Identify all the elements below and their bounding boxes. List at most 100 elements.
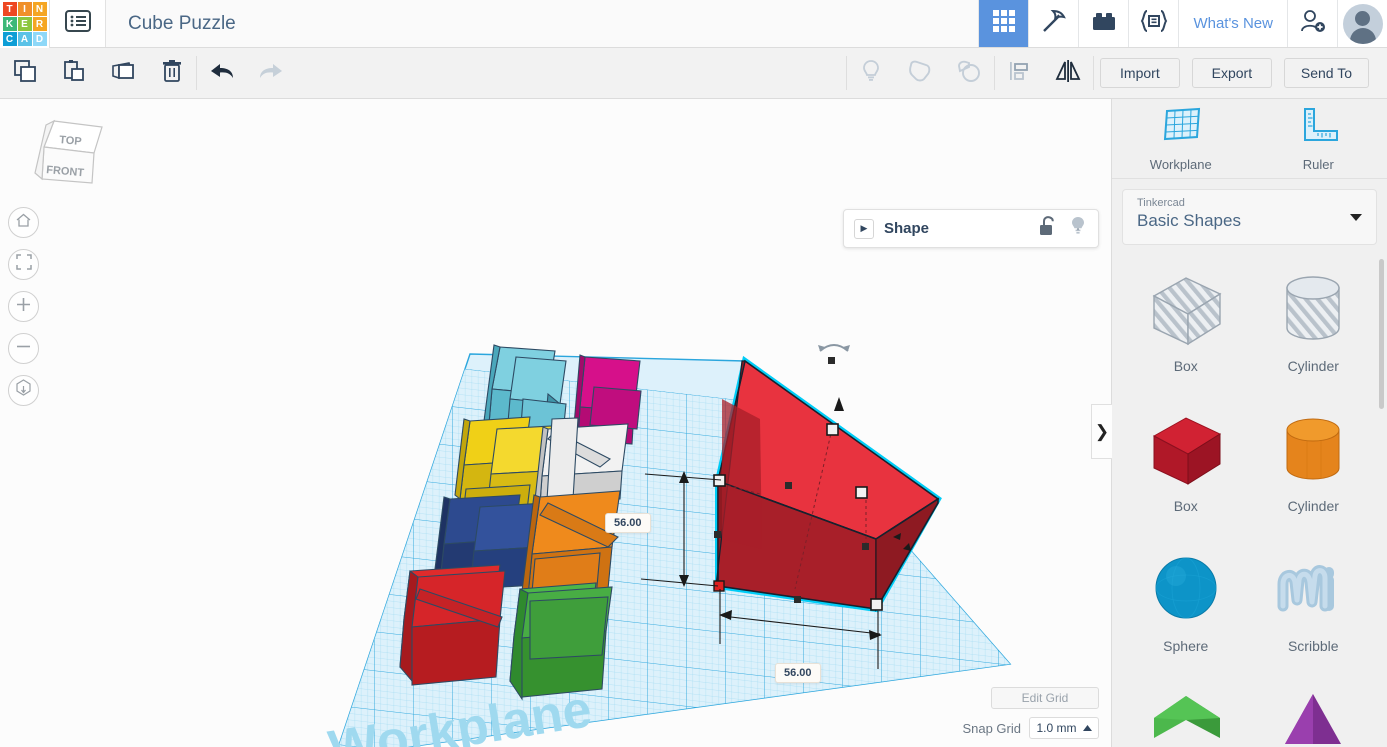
unlocked-padlock-icon[interactable] [1038,215,1058,242]
paste-button[interactable] [49,48,98,98]
workplane-grid: Workplane [325,353,1012,747]
align-icon [1006,58,1032,89]
shape-inspector-panel: ▶ Shape [843,209,1099,248]
chevron-down-icon [1350,214,1362,221]
send-to-button[interactable]: Send To [1283,58,1369,88]
fit-frame-icon [15,254,32,275]
project-menu-button[interactable] [50,0,106,47]
logo-letter: K [2,17,17,31]
shape-label: Cylinder [1287,358,1339,374]
pickaxe-minecraft-icon-button[interactable] [1028,0,1079,47]
lightbulb-icon[interactable] [1068,215,1088,242]
home-icon [15,212,32,234]
logo-letter: T [2,2,17,16]
copy-icon [12,58,38,89]
light-hide-button [847,48,896,98]
edge-handle-right [862,543,869,550]
ruler-tool[interactable]: Ruler [1250,99,1387,178]
panel-collapse-button[interactable]: ❯ [1091,404,1112,459]
logo-letter: E [17,17,32,31]
mirror-button[interactable] [1044,48,1093,98]
copy-button[interactable] [0,48,49,98]
shape-cylinder-solid[interactable]: Cylinder [1250,402,1378,542]
redo-button [246,48,295,98]
codeblocks-icon-button[interactable] [1128,0,1179,47]
ruler-icon [1295,105,1341,152]
tinkercad-logo[interactable]: T I N K E R C A D [0,0,50,48]
ruler-tool-label: Ruler [1302,157,1334,172]
grid-3d-icon-button[interactable] [978,0,1029,47]
shape-library-select[interactable]: Tinkercad Basic Shapes [1122,189,1377,245]
shape-label: Scribble [1287,638,1339,654]
workplane-tool[interactable]: Workplane [1112,99,1250,178]
shape-panel-expand-button[interactable]: ▶ [854,218,874,239]
align-tools [995,48,1093,98]
view-cube[interactable]: TOP FRONT [22,113,112,203]
plus-icon [15,296,32,318]
document-title[interactable]: Cube Puzzle [106,0,978,47]
align-button[interactable] [995,48,1044,98]
add-person-icon [1299,8,1327,39]
account-menu-button[interactable] [1337,0,1387,47]
lightbulb-icon [858,58,884,89]
zoom-in-button[interactable] [8,291,39,322]
paste-icon [61,58,87,89]
minus-icon [15,338,32,360]
shape-box-hole[interactable]: Box [1122,262,1250,402]
shape-label: Box [1173,358,1198,374]
edit-toolbar: Import Export Send To [0,48,1387,99]
edge-handle-top [785,482,792,489]
invite-people-button[interactable] [1287,0,1337,47]
duplicate-icon [110,58,136,89]
view-cube-top-label: TOP [59,134,82,148]
dimension-label-depth[interactable]: 56.00 [775,663,821,683]
piece-green [509,582,613,701]
whats-new-link[interactable]: What's New [1178,0,1287,47]
3d-canvas[interactable]: Workplane 56.00 56.00 TOP FRONT ▶ Shape … [0,99,1111,747]
workplane-grid-icon [1157,105,1205,152]
shape-roof[interactable] [1122,682,1250,747]
lego-brick-icon-button[interactable] [1078,0,1129,47]
redo-arrow-icon [256,58,286,89]
height-handle-cone [834,397,844,411]
shape-sphere[interactable]: Sphere [1122,542,1250,682]
shape-label: Box [1173,498,1198,514]
shape-box-solid[interactable]: Box [1122,402,1250,542]
export-button[interactable]: Export [1191,58,1272,88]
tinkercad-app: T I N K E R C A D Cube Puzzle What's New… [0,0,1387,747]
delete-button[interactable] [147,48,196,98]
scene-svg: Workplane [325,344,1012,747]
snap-grid-value: 1.0 mm [1036,721,1077,735]
shape-cylinder-hole[interactable]: Cylinder [1250,262,1378,402]
rotate-handle [818,344,850,352]
top-bar: T I N K E R C A D Cube Puzzle What's New [0,0,1387,48]
shape-cone[interactable] [1250,682,1378,747]
logo-letter: R [32,17,47,31]
perspective-toggle-button[interactable] [8,375,39,406]
shape-label: Sphere [1163,638,1209,654]
shapes-panel: ❯ Workplane Ruler Tinkercad Basic Shapes… [1091,99,1387,747]
edit-grid-button[interactable]: Edit Grid [991,687,1099,709]
dimension-label-width[interactable]: 56.00 [605,513,651,533]
ungroup-button [945,48,994,98]
clipboard-tools [0,48,196,98]
panel-tools: Workplane Ruler [1112,99,1387,179]
edge-handle-left [714,531,721,538]
shape-scribble[interactable]: Scribble [1250,542,1378,682]
duplicate-button[interactable] [98,48,147,98]
mirror-icon [1053,58,1083,89]
undo-arrow-icon [207,58,237,89]
home-view-button[interactable] [8,207,39,238]
undo-button[interactable] [197,48,246,98]
top-icon-group [978,0,1179,47]
corner-handle-top-left [713,474,726,487]
chevron-right-icon: ▶ [860,223,868,233]
import-button[interactable]: Import [1099,58,1180,88]
grid-3d-icon [991,8,1017,39]
fit-to-view-button[interactable] [8,249,39,280]
zoom-out-button[interactable] [8,333,39,364]
shape-library-source: Tinkercad [1137,197,1185,209]
snap-grid-select[interactable]: 1.0 mm [1029,717,1099,739]
logo-letter: C [2,32,17,46]
